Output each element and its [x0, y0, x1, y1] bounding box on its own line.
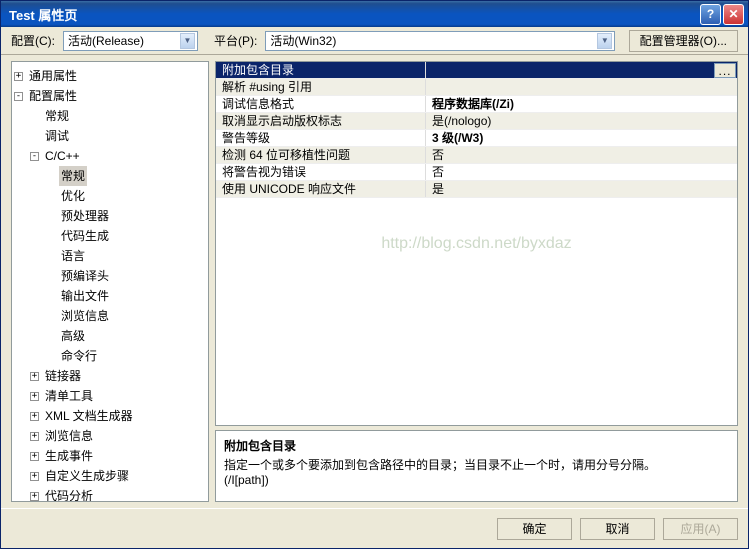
config-value: 活动(Release) [68, 32, 144, 49]
expand-icon[interactable]: + [30, 472, 39, 481]
tree-item-general[interactable]: 常规 [30, 106, 206, 126]
grid-row[interactable]: 附加包含目录 [216, 62, 737, 79]
tree-item-cc-code[interactable]: 代码生成 [46, 226, 206, 246]
ok-button[interactable]: 确定 [497, 518, 572, 540]
apply-button[interactable]: 应用(A) [663, 518, 738, 540]
tree-item-linker[interactable]: +链接器 [30, 366, 206, 386]
tree-item-cc-adv[interactable]: 高级 [46, 326, 206, 346]
window-title: Test 属性页 [5, 5, 698, 24]
tree-item-ccpp[interactable]: -C/C++ [30, 146, 206, 166]
property-value[interactable] [426, 62, 737, 78]
property-name: 警告等级 [216, 130, 426, 146]
property-name: 将警告视为错误 [216, 164, 426, 180]
tree-panel[interactable]: +通用属性 -配置属性 常规 调试 -C/C++ 常规 优化 预处理器 代码生成… [11, 61, 209, 502]
platform-combo[interactable]: 活动(Win32) ▼ [265, 31, 615, 51]
description-panel: 附加包含目录 指定一个或多个要添加到包含路径中的目录；当目录不止一个时，请用分号… [215, 430, 738, 502]
tree-item-cc-cmd[interactable]: 命令行 [46, 346, 206, 366]
tree-item-cc-pch[interactable]: 预编译头 [46, 266, 206, 286]
property-value[interactable]: 是(/nologo) [426, 113, 737, 129]
property-value[interactable]: 否 [426, 147, 737, 163]
expand-icon[interactable]: + [30, 432, 39, 441]
chevron-down-icon[interactable]: ▼ [597, 33, 612, 49]
tree-item-cc-general[interactable]: 常规 [46, 166, 206, 186]
tree-item-config[interactable]: -配置属性 [14, 86, 206, 106]
tree-item-custom[interactable]: +自定义生成步骤 [30, 466, 206, 486]
config-label: 配置(C): [11, 32, 55, 49]
cancel-button[interactable]: 取消 [580, 518, 655, 540]
tree-item-cc-lang[interactable]: 语言 [46, 246, 206, 266]
property-name: 取消显示启动版权标志 [216, 113, 426, 129]
tree-item-build[interactable]: +生成事件 [30, 446, 206, 466]
tree-item-cc-pre[interactable]: 预处理器 [46, 206, 206, 226]
property-page-window: Test 属性页 ? ✕ 配置(C): 活动(Release) ▼ 平台(P):… [0, 0, 749, 549]
config-manager-button[interactable]: 配置管理器(O)... [629, 30, 738, 52]
property-value[interactable]: 是 [426, 181, 737, 197]
tree-item-cc-opt[interactable]: 优化 [46, 186, 206, 206]
platform-value: 活动(Win32) [270, 32, 336, 49]
tree-item-analysis[interactable]: +代码分析 [30, 486, 206, 502]
titlebar[interactable]: Test 属性页 ? ✕ [1, 1, 748, 27]
expand-icon[interactable]: + [30, 372, 39, 381]
grid-row[interactable]: 检测 64 位可移植性问题否 [216, 147, 737, 164]
tree-item-cc-browse[interactable]: 浏览信息 [46, 306, 206, 326]
property-value[interactable]: 程序数据库(/Zi) [426, 96, 737, 112]
property-grid[interactable]: ... 附加包含目录解析 #using 引用调试信息格式程序数据库(/Zi)取消… [215, 61, 738, 426]
expand-icon[interactable]: + [30, 392, 39, 401]
right-panel: ... 附加包含目录解析 #using 引用调试信息格式程序数据库(/Zi)取消… [215, 61, 738, 502]
grid-row[interactable]: 警告等级3 级(/W3) [216, 130, 737, 147]
platform-label: 平台(P): [214, 32, 257, 49]
tree-item-browse[interactable]: +浏览信息 [30, 426, 206, 446]
grid-row[interactable]: 取消显示启动版权标志是(/nologo) [216, 113, 737, 130]
close-icon: ✕ [728, 7, 738, 21]
content-area: +通用属性 -配置属性 常规 调试 -C/C++ 常规 优化 预处理器 代码生成… [1, 55, 748, 508]
browse-button[interactable]: ... [714, 63, 736, 78]
tree-item-cc-out[interactable]: 输出文件 [46, 286, 206, 306]
grid-row[interactable]: 调试信息格式程序数据库(/Zi) [216, 96, 737, 113]
collapse-icon[interactable]: - [14, 92, 23, 101]
grid-row[interactable]: 将警告视为错误否 [216, 164, 737, 181]
watermark: http://blog.csdn.net/byxdaz [381, 235, 571, 253]
property-name: 附加包含目录 [216, 62, 426, 78]
property-value[interactable]: 否 [426, 164, 737, 180]
property-value[interactable]: 3 级(/W3) [426, 130, 737, 146]
expand-icon[interactable]: + [30, 412, 39, 421]
tree-item-manifest[interactable]: +清单工具 [30, 386, 206, 406]
property-name: 检测 64 位可移植性问题 [216, 147, 426, 163]
property-name: 解析 #using 引用 [216, 79, 426, 95]
desc-title: 附加包含目录 [224, 437, 729, 454]
ellipsis-icon: ... [718, 64, 731, 78]
close-button[interactable]: ✕ [723, 4, 744, 25]
config-combo[interactable]: 活动(Release) ▼ [63, 31, 198, 51]
property-name: 使用 UNICODE 响应文件 [216, 181, 426, 197]
tree-item-debug[interactable]: 调试 [30, 126, 206, 146]
property-name: 调试信息格式 [216, 96, 426, 112]
property-value[interactable] [426, 79, 737, 95]
footer: 确定 取消 应用(A) [1, 508, 748, 548]
help-button[interactable]: ? [700, 4, 721, 25]
expand-icon[interactable]: + [30, 452, 39, 461]
expand-icon[interactable]: + [14, 72, 23, 81]
chevron-down-icon[interactable]: ▼ [180, 33, 195, 49]
grid-row[interactable]: 解析 #using 引用 [216, 79, 737, 96]
grid-row[interactable]: 使用 UNICODE 响应文件是 [216, 181, 737, 198]
collapse-icon[interactable]: - [30, 152, 39, 161]
toolbar: 配置(C): 活动(Release) ▼ 平台(P): 活动(Win32) ▼ … [1, 27, 748, 55]
tree-item-xml[interactable]: +XML 文档生成器 [30, 406, 206, 426]
tree-item-common[interactable]: +通用属性 [14, 66, 206, 86]
desc-body: 指定一个或多个要添加到包含路径中的目录；当目录不止一个时，请用分号分隔。 (/I… [224, 458, 729, 488]
expand-icon[interactable]: + [30, 492, 39, 501]
